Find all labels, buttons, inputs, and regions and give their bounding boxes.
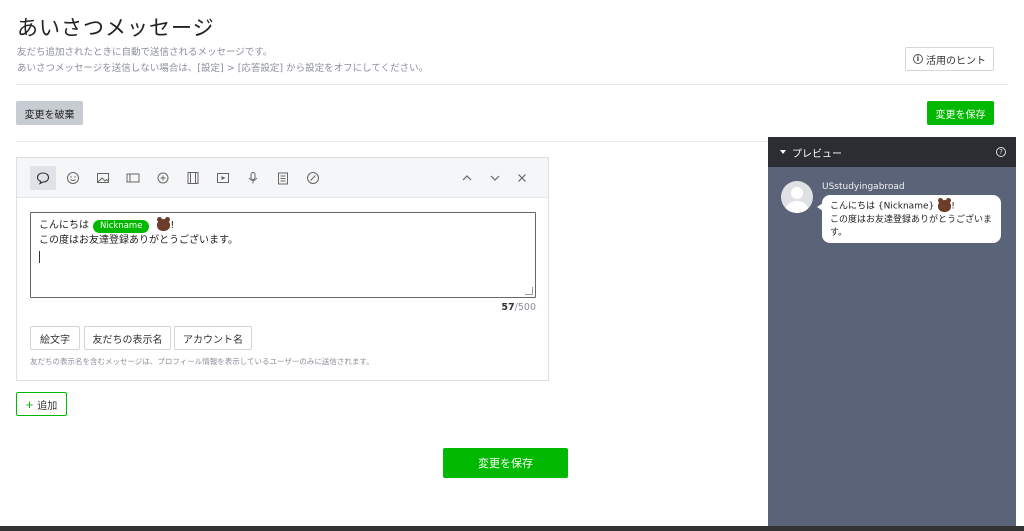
save-changes-button-top[interactable]: 変更を保存: [927, 101, 994, 125]
discard-changes-button[interactable]: 変更を破棄: [16, 101, 83, 125]
video-icon[interactable]: [180, 166, 206, 190]
nickname-note: 友だちの表示名を含むメッセージは、プロフィール情報を表示しているユーザーのみに送…: [30, 357, 374, 366]
insert-friend-name-button[interactable]: 友だちの表示名: [84, 326, 171, 350]
plus-icon: +: [25, 396, 34, 412]
page-description-line2: あいさつメッセージを送信しない場合は、[設定] > [応答設定] から設定をオフ…: [17, 63, 429, 74]
help-icon[interactable]: ?: [996, 147, 1006, 157]
account-name: USstudyingabroad: [822, 182, 905, 192]
text-bubble-icon[interactable]: [30, 166, 56, 190]
exclamation-text: !: [170, 220, 175, 231]
message-editor: こんにちは Nickname! この度はお友達登録ありがとうございます。 57/5…: [16, 157, 549, 381]
add-message-button[interactable]: + 追加: [16, 392, 67, 416]
char-counter: 57/500: [501, 302, 536, 313]
play-icon[interactable]: [210, 166, 236, 190]
chevron-up-icon[interactable]: [454, 166, 480, 190]
avatar: [781, 181, 813, 213]
save-changes-button-bottom[interactable]: 変更を保存: [443, 448, 568, 478]
chevron-down-icon[interactable]: [482, 166, 508, 190]
nickname-badge[interactable]: Nickname: [93, 220, 150, 233]
survey-icon[interactable]: [270, 166, 296, 190]
text-caret: [39, 251, 40, 263]
divider: [16, 84, 1008, 85]
collapse-triangle-icon[interactable]: [780, 150, 786, 154]
preview-panel: プレビュー ? USstudyingabroad こんにちは {Nickname…: [768, 137, 1016, 531]
preview-line-2: この度はお友達登録ありがとうございます。: [830, 214, 993, 238]
usage-hint-button[interactable]: i 活用のヒント: [905, 47, 994, 71]
richmessage-icon[interactable]: [150, 166, 176, 190]
preview-title: プレビュー: [792, 148, 842, 160]
image-icon[interactable]: [90, 166, 116, 190]
bottom-bar: [0, 526, 1024, 531]
info-icon: i: [913, 54, 923, 64]
bear-emoji-icon: [157, 217, 171, 231]
preview-line-1: こんにちは {Nickname}!: [830, 198, 955, 212]
coupon-icon[interactable]: [300, 166, 326, 190]
page-description-line1: 友だち追加されたときに自動で送信されるメッセージです。: [17, 47, 273, 58]
usage-hint-label: 活用のヒント: [926, 55, 986, 67]
preview-header[interactable]: プレビュー ?: [768, 137, 1016, 167]
message-type-toolbar: [17, 158, 548, 198]
insert-account-name-button[interactable]: アカウント名: [174, 326, 252, 350]
message-line-2: この度はお友達登録ありがとうございます。: [39, 235, 238, 246]
emoji-icon[interactable]: [60, 166, 86, 190]
resize-handle[interactable]: [525, 287, 533, 295]
add-label: 追加: [37, 400, 58, 412]
message-textarea[interactable]: こんにちは Nickname! この度はお友達登録ありがとうございます。: [30, 212, 536, 298]
bear-emoji-icon: [938, 198, 952, 212]
page-title: あいさつメッセージ: [17, 16, 215, 40]
preview-message-bubble: こんにちは {Nickname}! この度はお友達登録ありがとうございます。: [817, 195, 1001, 243]
greeting-text: こんにちは: [39, 220, 89, 231]
voice-icon[interactable]: [240, 166, 266, 190]
insert-emoji-button[interactable]: 絵文字: [30, 326, 80, 350]
message-line-1: こんにちは Nickname!: [39, 217, 527, 233]
card-icon[interactable]: [120, 166, 146, 190]
close-icon[interactable]: [509, 166, 535, 190]
